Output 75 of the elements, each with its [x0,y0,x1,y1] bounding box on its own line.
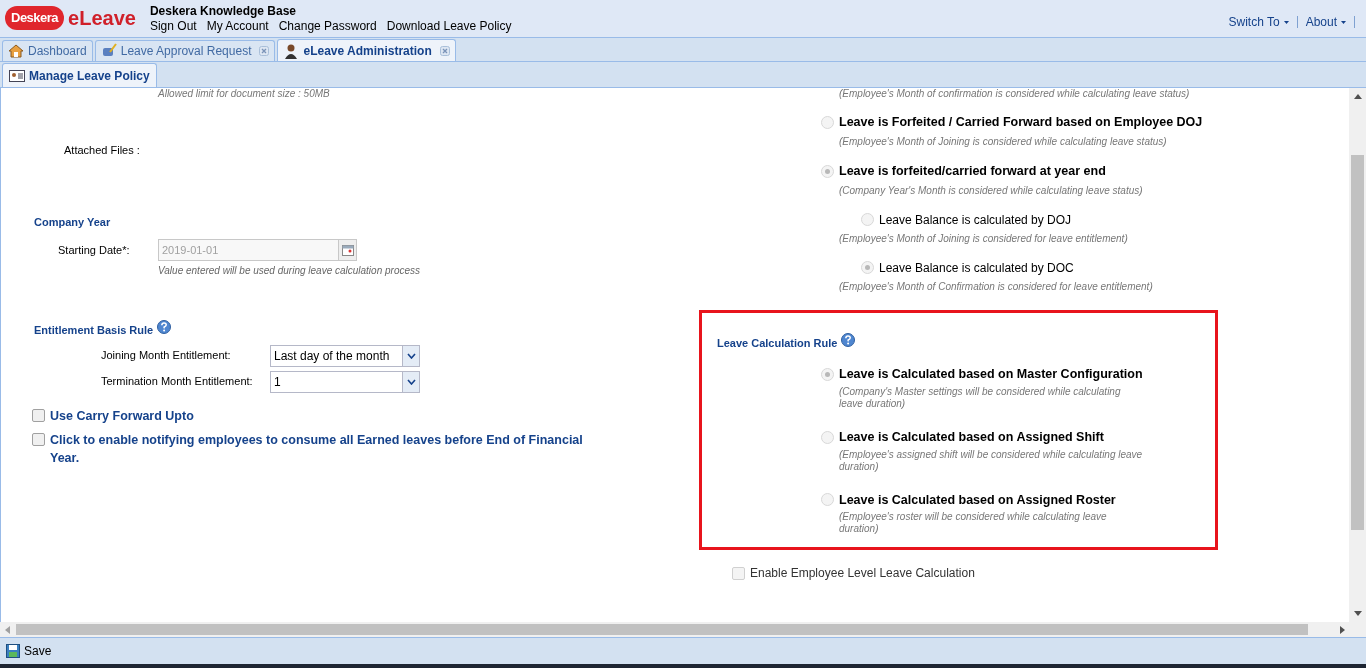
section-heading: Leave Calculation Rule [717,335,838,351]
tab[interactable]: Manage Leave Policy [2,63,157,87]
vertical-scrollbar[interactable] [1349,88,1366,622]
menu-separator [1354,16,1355,28]
scroll-down-icon[interactable] [1353,611,1362,617]
header-link[interactable]: Sign Out [149,19,197,34]
scroll-right-icon[interactable] [1340,625,1346,634]
note-text: (Company Year's Month is considered while calculating leave status) [838,183,1144,198]
logo-cloud: Deskera [5,6,65,30]
option-label: Leave is Calculated based on Assigned Shift [839,428,1104,446]
checkbox-label: Click to enable notifying employees to consume all Earned leaves before End of Financial Year. [50,431,584,467]
site-title: Deskera Knowledge Base [149,4,297,19]
section-heading: Entitlement Basis Rule [34,323,154,338]
field-label: Starting Date*: [57,242,131,258]
radio-button[interactable] [821,164,834,178]
house-icon [8,43,24,59]
radio-button[interactable] [861,213,874,226]
help-icon[interactable] [841,332,856,347]
option-label: Leave is Forfeited / Carried Forward based on Employee DOJ [839,114,1203,131]
note-text: (Employee's roster will be considered while calculating leave duration) [838,511,1108,536]
note-text: (Employee's Month of Joining is considered while calculating leave status) [838,134,1168,149]
menu-button[interactable]: Switch To [1228,13,1289,31]
note-text: (Employee's Month of confirmation is considered while calculating leave status) [838,88,1191,100]
header-link[interactable]: Change Password [278,19,377,34]
radio-button[interactable] [821,430,834,444]
header-link[interactable]: Download Leave Policy [386,19,512,34]
hint-text: Value entered will be used during leave calculation process [157,264,421,278]
horizontal-scrollbar[interactable] [0,622,1366,637]
close-icon[interactable] [259,46,270,56]
id-card-icon [9,69,25,82]
checkbox[interactable] [32,408,45,422]
note-text: (Employee's Month of Joining is considered for leave entitlement) [838,231,1129,246]
field-label: Attached Files : [63,143,141,158]
note-text: (Employee's Month of Confirmation is considered for leave entitlement) [838,279,1154,294]
caret-icon [1341,20,1346,24]
option-label: Leave is Calculated based on Assigned Roster [839,491,1116,509]
save-button[interactable]: Save [6,642,52,660]
app-name: eLeave [68,7,136,28]
option-label: Leave is Calculated based on Master Configuration [839,366,1143,383]
upload-limit-note: Allowed limit for document size : 50MB [156,88,331,100]
scrollbar-thumb[interactable] [1351,155,1364,530]
checkbox-label: Use Carry Forward Upto [50,407,194,425]
tab[interactable]: Dashboard [2,40,93,61]
dropdown-field[interactable]: 1 [270,370,420,393]
checkbox-label: Enable Employee Level Leave Calculation [750,565,975,583]
dropdown-field[interactable]: Last day of the month [270,344,420,367]
menu-button[interactable]: About [1305,13,1346,31]
option-label: Leave is forfeited/carried forward at year end [839,162,1106,180]
close-icon[interactable] [439,45,450,56]
field-label: Termination Month Entitlement: [100,374,254,390]
tab[interactable]: eLeave Administration [277,39,456,61]
caret-icon [1283,20,1289,24]
note-text: (Employee's assigned shift will be considered while calculating leave duration) [838,448,1144,473]
menu-separator [1296,16,1298,28]
tab[interactable]: Leave Approval Request [94,40,276,61]
pen-icon [100,43,117,59]
radio-button[interactable] [821,367,834,381]
chevron-down-icon [406,352,416,359]
scrollbar-thumb[interactable] [16,624,1308,635]
scroll-up-icon[interactable] [1353,93,1362,99]
calendar-icon[interactable] [341,244,354,256]
radio-button[interactable] [861,261,874,274]
person-icon [283,42,300,59]
option-label: Leave Balance is calculated by DOC [879,259,1074,277]
note-text: (Company's Master settings will be considered while calculating leave duration) [838,385,1122,410]
section-heading: Company Year [33,214,112,230]
chevron-down-icon [406,378,416,385]
option-label: Leave Balance is calculated by DOJ [879,211,1072,229]
radio-button[interactable] [821,493,834,507]
scroll-left-icon[interactable] [4,625,10,634]
checkbox[interactable] [32,432,45,446]
header-link[interactable]: My Account [206,19,269,34]
field-label: Joining Month Entitlement: [100,348,232,364]
help-icon[interactable] [157,320,172,335]
radio-button[interactable] [821,115,834,129]
